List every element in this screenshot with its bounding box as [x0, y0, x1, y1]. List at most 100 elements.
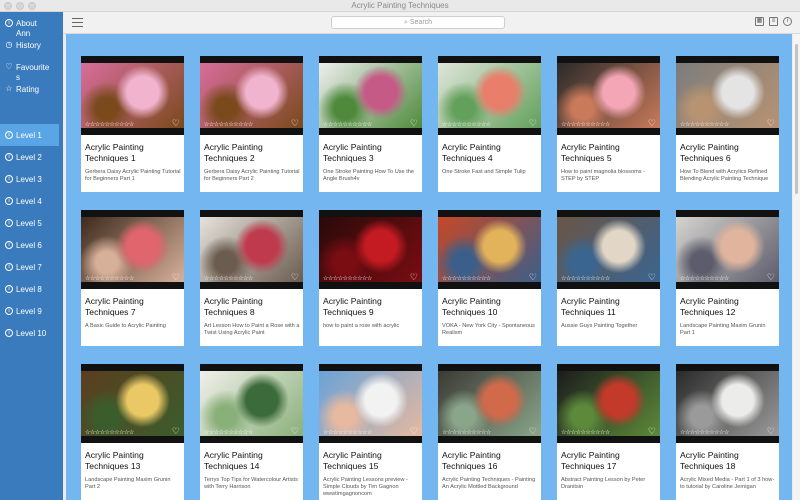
sidebar-item-level-4[interactable]: i Level 4: [0, 190, 59, 212]
level-icon: i: [5, 307, 13, 315]
video-thumbnail[interactable]: ☆☆☆☆☆☆☆☆☆☆ ♡: [557, 210, 660, 289]
video-thumbnail[interactable]: ☆☆☆☆☆☆☆☆☆☆ ♡: [438, 56, 541, 135]
video-card[interactable]: ☆☆☆☆☆☆☆☆☆☆ ♡ Acrylic Painting Techniques 1…: [557, 210, 660, 346]
sidebar-item-about[interactable]: i About Ann: [5, 19, 37, 39]
video-card[interactable]: ☆☆☆☆☆☆☆☆☆☆ ♡ Acrylic Painting Techniques 9…: [319, 210, 422, 346]
video-thumbnail[interactable]: ☆☆☆☆☆☆☆☆☆☆ ♡: [319, 210, 422, 289]
video-thumbnail[interactable]: ☆☆☆☆☆☆☆☆☆☆ ♡: [676, 364, 779, 443]
video-description: Gerbera Daisy Acrylic Painting Tutorial …: [85, 169, 181, 182]
rating-stars[interactable]: ☆☆☆☆☆☆☆☆☆☆: [323, 121, 372, 128]
favourite-heart-icon[interactable]: ♡: [172, 118, 180, 129]
favourite-heart-icon[interactable]: ♡: [529, 426, 537, 437]
video-card[interactable]: ☆☆☆☆☆☆☆☆☆☆ ♡ Acrylic Painting Techniques 2…: [200, 56, 303, 192]
favourite-heart-icon[interactable]: ♡: [172, 426, 180, 437]
video-thumbnail[interactable]: ☆☆☆☆☆☆☆☆☆☆ ♡: [200, 56, 303, 135]
video-card[interactable]: ☆☆☆☆☆☆☆☆☆☆ ♡ Acrylic Painting Techniques 6…: [676, 56, 779, 192]
favourite-heart-icon[interactable]: ♡: [410, 118, 418, 129]
video-thumbnail[interactable]: ☆☆☆☆☆☆☆☆☆☆ ♡: [319, 364, 422, 443]
sidebar-item-level-10[interactable]: i Level 10: [0, 322, 59, 344]
favourite-heart-icon[interactable]: ♡: [291, 272, 299, 283]
video-thumbnail[interactable]: ☆☆☆☆☆☆☆☆☆☆ ♡: [438, 210, 541, 289]
search-input[interactable]: ⌕ Search: [331, 16, 505, 29]
sidebar-item-history[interactable]: ◷ History: [5, 41, 41, 51]
favourite-heart-icon[interactable]: ♡: [529, 272, 537, 283]
sidebar-item-favourites[interactable]: ♡ Favourite s: [5, 63, 49, 83]
video-thumbnail[interactable]: ☆☆☆☆☆☆☆☆☆☆ ♡: [557, 56, 660, 135]
video-card[interactable]: ☆☆☆☆☆☆☆☆☆☆ ♡ Acrylic Painting Techniques 1…: [676, 210, 779, 346]
video-thumbnail[interactable]: ☆☆☆☆☆☆☆☆☆☆ ♡: [81, 210, 184, 289]
list-view-icon[interactable]: ≡: [769, 17, 778, 26]
rating-stars[interactable]: ☆☆☆☆☆☆☆☆☆☆: [85, 121, 134, 128]
video-thumbnail[interactable]: ☆☆☆☆☆☆☆☆☆☆ ♡: [676, 56, 779, 135]
rating-stars[interactable]: ☆☆☆☆☆☆☆☆☆☆: [561, 275, 610, 282]
sidebar-item-level-2[interactable]: i Level 2: [0, 146, 59, 168]
video-title: Acrylic Painting Techniques 7: [85, 296, 144, 317]
video-card[interactable]: ☆☆☆☆☆☆☆☆☆☆ ♡ Acrylic Painting Techniques 7…: [81, 210, 184, 346]
video-card[interactable]: ☆☆☆☆☆☆☆☆☆☆ ♡ Acrylic Painting Techniques 1…: [200, 364, 303, 500]
info-icon[interactable]: i: [783, 17, 792, 26]
rating-stars[interactable]: ☆☆☆☆☆☆☆☆☆☆: [442, 429, 491, 436]
favourite-heart-icon[interactable]: ♡: [648, 118, 656, 129]
rating-stars[interactable]: ☆☆☆☆☆☆☆☆☆☆: [680, 429, 729, 436]
rating-stars[interactable]: ☆☆☆☆☆☆☆☆☆☆: [204, 121, 253, 128]
sidebar-item-level-7[interactable]: i Level 7: [0, 256, 59, 278]
rating-stars[interactable]: ☆☆☆☆☆☆☆☆☆☆: [442, 121, 491, 128]
video-thumbnail[interactable]: ☆☆☆☆☆☆☆☆☆☆ ♡: [200, 210, 303, 289]
video-card[interactable]: ☆☆☆☆☆☆☆☆☆☆ ♡ Acrylic Painting Techniques 1…: [438, 210, 541, 346]
video-card[interactable]: ☆☆☆☆☆☆☆☆☆☆ ♡ Acrylic Painting Techniques 1…: [438, 364, 541, 500]
favourite-heart-icon[interactable]: ♡: [767, 426, 775, 437]
video-card[interactable]: ☆☆☆☆☆☆☆☆☆☆ ♡ Acrylic Painting Techniques 5…: [557, 56, 660, 192]
rating-stars[interactable]: ☆☆☆☆☆☆☆☆☆☆: [561, 121, 610, 128]
video-thumbnail[interactable]: ☆☆☆☆☆☆☆☆☆☆ ♡: [319, 56, 422, 135]
video-card[interactable]: ☆☆☆☆☆☆☆☆☆☆ ♡ Acrylic Painting Techniques 1…: [81, 56, 184, 192]
sidebar-item-level-8[interactable]: i Level 8: [0, 278, 59, 300]
menu-icon[interactable]: [72, 17, 83, 27]
favourite-heart-icon[interactable]: ♡: [529, 118, 537, 129]
rating-stars[interactable]: ☆☆☆☆☆☆☆☆☆☆: [680, 275, 729, 282]
video-thumbnail[interactable]: ☆☆☆☆☆☆☆☆☆☆ ♡: [438, 364, 541, 443]
level-icon: i: [5, 153, 13, 161]
video-thumbnail[interactable]: ☆☆☆☆☆☆☆☆☆☆ ♡: [81, 364, 184, 443]
video-card[interactable]: ☆☆☆☆☆☆☆☆☆☆ ♡ Acrylic Painting Techniques 1…: [319, 364, 422, 500]
video-thumbnail[interactable]: ☆☆☆☆☆☆☆☆☆☆ ♡: [200, 364, 303, 443]
video-title: Acrylic Painting Techniques 2: [204, 142, 263, 163]
grid-view-icon[interactable]: ▦: [755, 17, 764, 26]
favourite-heart-icon[interactable]: ♡: [410, 272, 418, 283]
rating-stars[interactable]: ☆☆☆☆☆☆☆☆☆☆: [561, 429, 610, 436]
rating-stars[interactable]: ☆☆☆☆☆☆☆☆☆☆: [442, 275, 491, 282]
video-thumbnail[interactable]: ☆☆☆☆☆☆☆☆☆☆ ♡: [81, 56, 184, 135]
favourite-heart-icon[interactable]: ♡: [648, 426, 656, 437]
favourite-heart-icon[interactable]: ♡: [172, 272, 180, 283]
rating-stars[interactable]: ☆☆☆☆☆☆☆☆☆☆: [85, 275, 134, 282]
rating-stars[interactable]: ☆☆☆☆☆☆☆☆☆☆: [204, 429, 253, 436]
sidebar-item-level-9[interactable]: i Level 9: [0, 300, 59, 322]
video-card[interactable]: ☆☆☆☆☆☆☆☆☆☆ ♡ Acrylic Painting Techniques 1…: [557, 364, 660, 500]
rating-stars[interactable]: ☆☆☆☆☆☆☆☆☆☆: [85, 429, 134, 436]
level-icon: i: [5, 285, 13, 293]
video-card[interactable]: ☆☆☆☆☆☆☆☆☆☆ ♡ Acrylic Painting Techniques 4…: [438, 56, 541, 192]
favourite-heart-icon[interactable]: ♡: [291, 426, 299, 437]
sidebar-item-level-6[interactable]: i Level 6: [0, 234, 59, 256]
video-thumbnail[interactable]: ☆☆☆☆☆☆☆☆☆☆ ♡: [676, 210, 779, 289]
sidebar-item-level-5[interactable]: i Level 5: [0, 212, 59, 234]
painting-image: [81, 63, 184, 128]
rating-stars[interactable]: ☆☆☆☆☆☆☆☆☆☆: [680, 121, 729, 128]
rating-stars[interactable]: ☆☆☆☆☆☆☆☆☆☆: [323, 275, 372, 282]
video-card[interactable]: ☆☆☆☆☆☆☆☆☆☆ ♡ Acrylic Painting Techniques 8…: [200, 210, 303, 346]
video-card[interactable]: ☆☆☆☆☆☆☆☆☆☆ ♡ Acrylic Painting Techniques 3…: [319, 56, 422, 192]
favourite-heart-icon[interactable]: ♡: [767, 118, 775, 129]
favourite-heart-icon[interactable]: ♡: [648, 272, 656, 283]
scrollbar[interactable]: [793, 34, 800, 500]
video-thumbnail[interactable]: ☆☆☆☆☆☆☆☆☆☆ ♡: [557, 364, 660, 443]
sidebar-item-level-3[interactable]: i Level 3: [0, 168, 59, 190]
video-card[interactable]: ☆☆☆☆☆☆☆☆☆☆ ♡ Acrylic Painting Techniques 1…: [676, 364, 779, 500]
sidebar-item-level-1[interactable]: i Level 1: [0, 124, 59, 146]
sidebar-item-rating[interactable]: ☆ Rating: [5, 85, 39, 95]
favourite-heart-icon[interactable]: ♡: [291, 118, 299, 129]
rating-stars[interactable]: ☆☆☆☆☆☆☆☆☆☆: [204, 275, 253, 282]
rating-stars[interactable]: ☆☆☆☆☆☆☆☆☆☆: [323, 429, 372, 436]
scrollbar-thumb[interactable]: [795, 44, 798, 194]
favourite-heart-icon[interactable]: ♡: [767, 272, 775, 283]
video-card[interactable]: ☆☆☆☆☆☆☆☆☆☆ ♡ Acrylic Painting Techniques 1…: [81, 364, 184, 500]
favourite-heart-icon[interactable]: ♡: [410, 426, 418, 437]
